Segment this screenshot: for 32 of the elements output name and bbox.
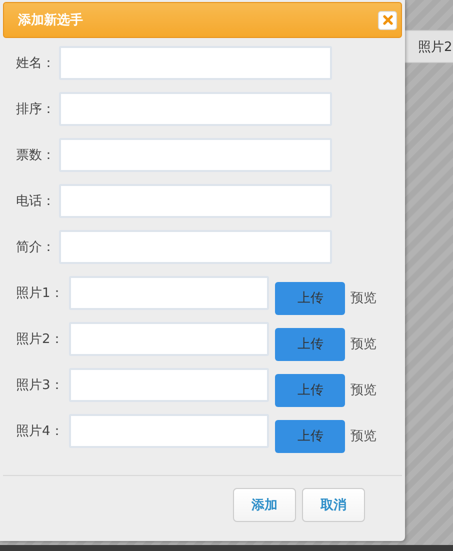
add-button[interactable]: 添加 xyxy=(233,488,296,522)
input-field[interactable] xyxy=(59,138,332,172)
input-field[interactable] xyxy=(59,184,332,218)
field-label: 姓名： xyxy=(16,55,55,72)
field-label: 照片3： xyxy=(16,377,64,394)
upload-button[interactable]: 上传 xyxy=(275,374,346,406)
input-field[interactable] xyxy=(69,368,270,402)
input-field[interactable] xyxy=(59,46,332,80)
close-button[interactable] xyxy=(378,10,397,30)
upload-button[interactable]: 上传 xyxy=(275,328,346,360)
upload-button[interactable]: 上传 xyxy=(275,282,346,314)
preview-link[interactable]: 预览 xyxy=(350,427,376,445)
input-field[interactable] xyxy=(69,414,270,448)
field-label: 照片1： xyxy=(16,285,64,302)
preview-link[interactable]: 预览 xyxy=(350,335,376,353)
cancel-button[interactable]: 取消 xyxy=(302,488,365,522)
close-icon xyxy=(382,15,392,25)
input-field[interactable] xyxy=(59,92,332,126)
field-label: 票数： xyxy=(16,147,55,164)
field-label: 电话： xyxy=(16,193,55,210)
input-field[interactable] xyxy=(59,230,332,264)
preview-link[interactable]: 预览 xyxy=(350,289,376,307)
preview-link[interactable]: 预览 xyxy=(350,381,376,399)
field-label: 照片4： xyxy=(16,423,64,440)
input-field[interactable] xyxy=(69,276,270,310)
column-header: 照片2 xyxy=(418,38,452,56)
field-label: 排序： xyxy=(16,101,55,118)
field-label: 照片2： xyxy=(16,331,64,348)
dialog-title: 添加新选手 xyxy=(18,12,83,29)
upload-button[interactable]: 上传 xyxy=(275,420,346,452)
field-label: 简介： xyxy=(16,239,55,256)
input-field[interactable] xyxy=(69,322,270,356)
